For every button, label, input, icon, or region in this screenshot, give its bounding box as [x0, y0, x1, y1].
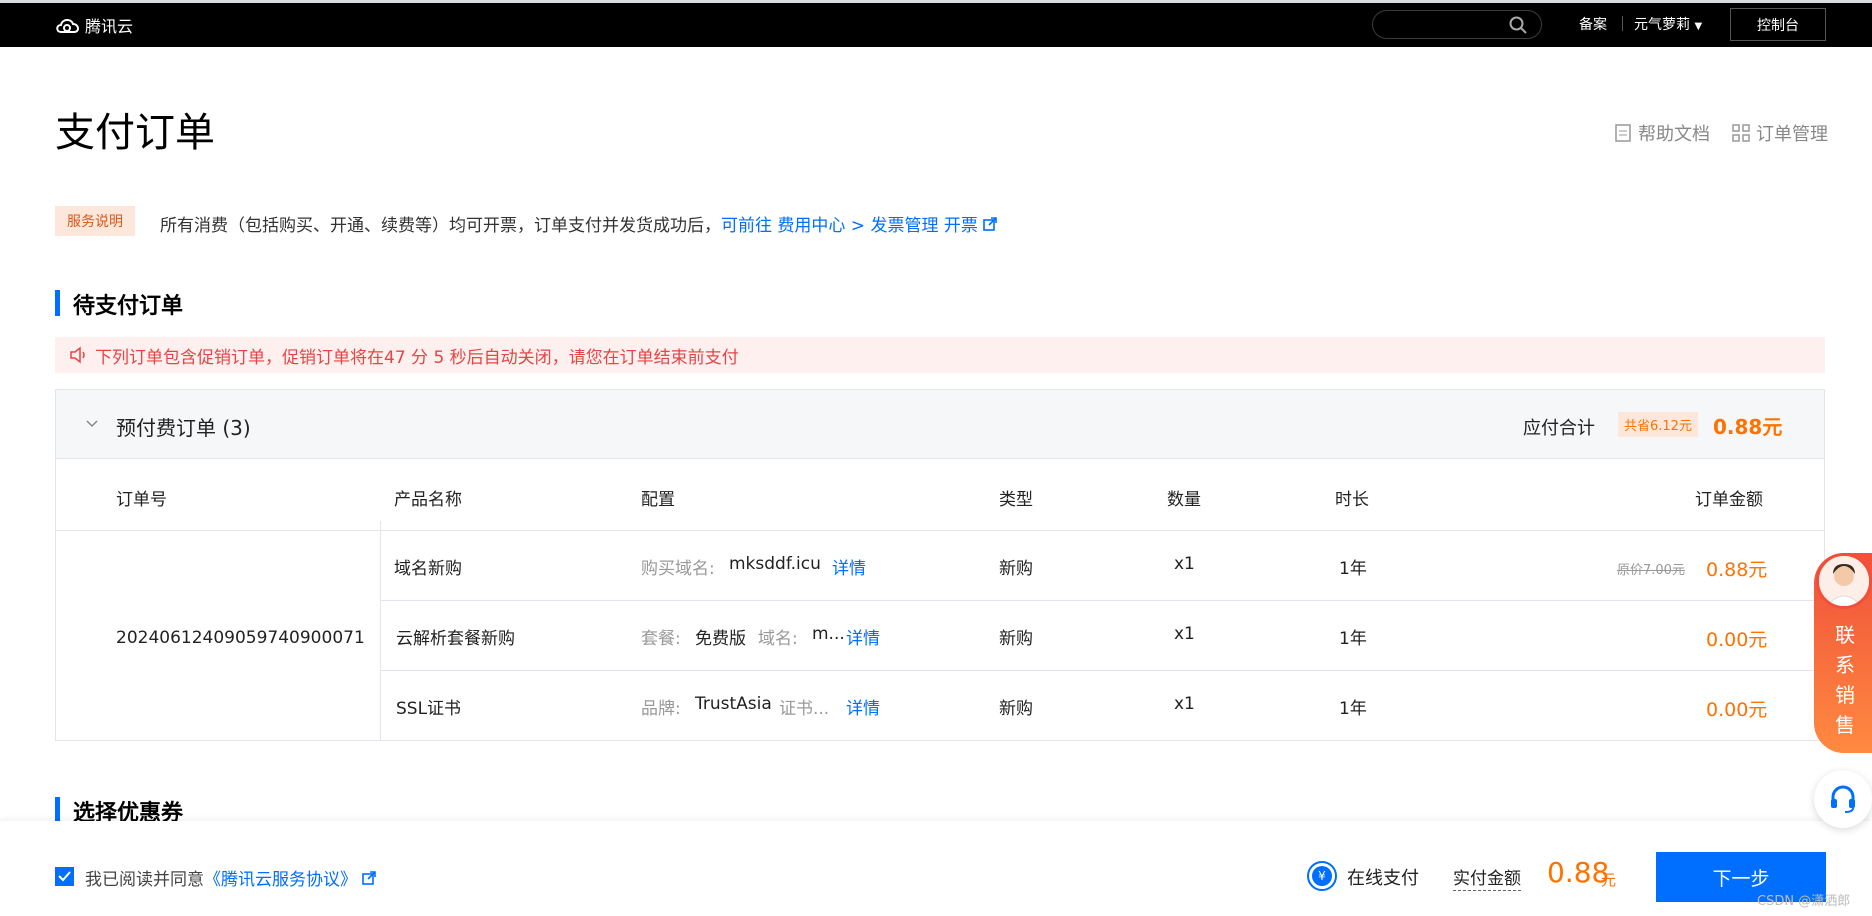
actual-amount-unit: 元 — [1601, 871, 1617, 889]
customer-support-button[interactable] — [1814, 770, 1872, 828]
duration: 1年 — [1339, 559, 1367, 579]
promo-alert: 下列订单包含促销订单，促销订单将在47 分 5 秒后自动关闭，请您在订单结束前支… — [55, 337, 1825, 373]
agreement-label: 我已阅读并同意 — [85, 870, 204, 890]
order-type: 新购 — [999, 559, 1033, 579]
config-value: m... — [812, 624, 845, 644]
config-value: mksddf.icu — [729, 554, 821, 574]
help-docs-link[interactable]: 帮助文档 — [1614, 120, 1710, 146]
avatar-icon — [1819, 556, 1869, 606]
order-type: 新购 — [999, 629, 1033, 649]
online-pay-radio[interactable]: ¥ — [1307, 861, 1337, 891]
sales-avatar[interactable] — [1816, 553, 1872, 609]
order-number: 20240612409059740900071 — [116, 628, 365, 648]
user-menu[interactable]: 元气萝莉 ▼ — [1634, 14, 1702, 34]
col-product: 产品名称 — [394, 490, 462, 510]
cloud-logo-icon — [56, 19, 79, 33]
actual-amount-label: 实付金额 — [1453, 864, 1521, 891]
service-note-text: 所有消费（包括购买、开通、续费等）均可开票，订单支付并发货成功后， — [160, 216, 721, 236]
product-name: SSL证书 — [396, 699, 462, 719]
config-label: 品牌: — [641, 699, 681, 719]
actual-amount-value: 0.88 — [1547, 856, 1610, 889]
watermark: CSDN @潇洒郎 — [1757, 894, 1851, 909]
config-label: 套餐: — [641, 629, 681, 649]
search-icon[interactable] — [1509, 16, 1527, 34]
yuan-icon: ¥ — [1312, 866, 1332, 886]
promo-alert-text: 下列订单包含促销订单，促销订单将在47 分 5 秒后自动关闭，请您在订单结束前支… — [95, 347, 739, 368]
order-card: 预付费订单 (3) 应付合计 共省6.12元 0.88元 订单号 产品名称 配置… — [55, 389, 1825, 741]
product-name: 域名新购 — [394, 559, 462, 579]
username: 元气萝莉 — [1634, 17, 1690, 33]
config-value: 免费版 — [695, 629, 746, 649]
top-edge — [0, 0, 1872, 3]
divider — [1622, 16, 1623, 31]
order-group-header[interactable]: 预付费订单 (3) 应付合计 共省6.12元 0.88元 — [56, 390, 1824, 459]
online-pay-label: 在线支付 — [1347, 868, 1419, 889]
agreement-checkbox[interactable] — [55, 867, 74, 886]
headset-icon — [1831, 785, 1855, 813]
savings-badge: 共省6.12元 — [1618, 412, 1698, 437]
document-icon — [1615, 124, 1631, 142]
speaker-icon — [70, 346, 85, 364]
brand-logo[interactable]: 腾讯云 — [55, 13, 133, 37]
order-type: 新购 — [999, 699, 1033, 719]
total-value: 0.88元 — [1713, 415, 1783, 439]
grid-icon — [1732, 124, 1750, 142]
original-price: 原价7.00元 — [1617, 563, 1685, 578]
col-duration: 时长 — [1335, 490, 1369, 510]
divider — [380, 600, 1824, 601]
order-group-title: 预付费订单 (3) — [116, 416, 251, 440]
divider — [380, 670, 1824, 671]
duration: 1年 — [1339, 699, 1367, 719]
detail-link[interactable]: 详情 — [846, 694, 880, 719]
order-amount: 0.88元 — [1706, 559, 1768, 581]
service-agreement-link[interactable]: 《腾讯云服务协议》 — [204, 870, 357, 890]
invoice-link[interactable]: 可前往 费用中心 > 发票管理 开票 — [721, 216, 998, 236]
config-label: 证书... — [779, 699, 830, 719]
quantity: x1 — [1174, 694, 1195, 714]
invoice-link-label: 可前往 费用中心 > 发票管理 开票 — [721, 216, 978, 236]
quantity: x1 — [1174, 624, 1195, 644]
console-button[interactable]: 控制台 — [1730, 8, 1826, 41]
order-amount: 0.00元 — [1706, 629, 1768, 651]
agreement-text: 我已阅读并同意《腾讯云服务协议》 — [85, 865, 377, 890]
brand-name: 腾讯云 — [85, 17, 134, 36]
detail-link[interactable]: 详情 — [832, 554, 866, 579]
contact-sales-label: 联系销售 — [1835, 623, 1855, 737]
col-type: 类型 — [999, 490, 1033, 510]
col-config: 配置 — [641, 490, 675, 510]
order-management-link[interactable]: 订单管理 — [1732, 120, 1828, 146]
external-link-icon — [983, 217, 998, 231]
service-note: 所有消费（包括购买、开通、续费等）均可开票，订单支付并发货成功后，可前往 费用中… — [160, 211, 998, 236]
quantity: x1 — [1174, 554, 1195, 574]
divider — [380, 521, 381, 741]
search-input[interactable] — [1372, 10, 1542, 39]
config-value: TrustAsia — [695, 694, 772, 714]
chevron-down-icon: ▼ — [1694, 21, 1703, 32]
detail-link[interactable]: 详情 — [846, 624, 880, 649]
col-amount: 订单金额 — [1695, 490, 1763, 510]
page-title: 支付订单 — [55, 110, 215, 156]
service-note-badge: 服务说明 — [55, 206, 135, 236]
order-amount: 0.00元 — [1706, 699, 1768, 721]
pending-orders-title: 待支付订单 — [55, 288, 183, 320]
external-link-icon — [362, 871, 377, 885]
checkmark-icon — [58, 871, 71, 882]
col-order-no: 订单号 — [116, 490, 167, 510]
product-name: 云解析套餐新购 — [396, 629, 515, 649]
config-label: 域名: — [758, 629, 798, 649]
beian-link[interactable]: 备案 — [1579, 14, 1607, 34]
help-docs-label: 帮助文档 — [1638, 124, 1710, 145]
chevron-down-icon[interactable] — [84, 415, 100, 431]
duration: 1年 — [1339, 629, 1367, 649]
order-management-label: 订单管理 — [1756, 124, 1828, 145]
col-qty: 数量 — [1167, 490, 1201, 510]
total-label: 应付合计 — [1523, 418, 1595, 439]
divider — [56, 530, 1824, 531]
config-label: 购买域名: — [641, 559, 715, 579]
